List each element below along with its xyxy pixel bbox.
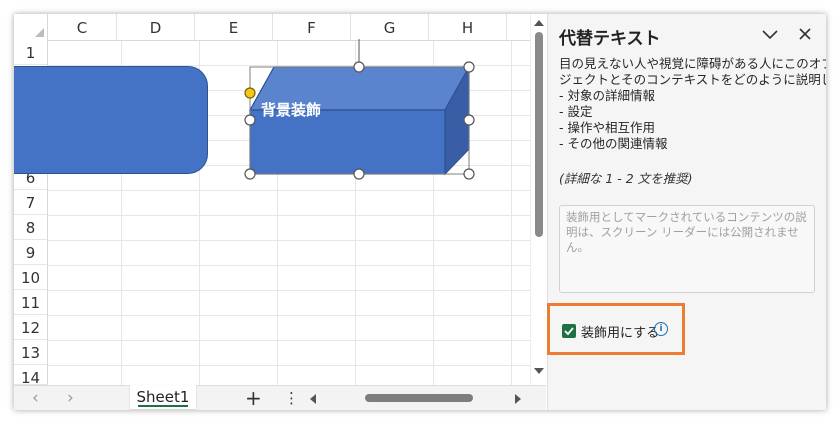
rounded-rectangle-shape[interactable] bbox=[14, 66, 208, 174]
resize-handle-top bbox=[353, 61, 365, 73]
decorative-checkbox[interactable] bbox=[562, 324, 576, 338]
row-header-1[interactable]: 1 bbox=[14, 40, 47, 65]
vertical-scrollbar[interactable] bbox=[530, 14, 546, 385]
description-line: - 設定 bbox=[559, 104, 593, 119]
chevron-down-icon[interactable] bbox=[760, 24, 780, 44]
tab-sheet1[interactable]: Sheet1 bbox=[130, 385, 196, 409]
horizontal-scrollbar[interactable] bbox=[307, 390, 525, 406]
resize-handle-bottom-left bbox=[244, 168, 256, 180]
active-tab-underline bbox=[138, 405, 188, 407]
alt-text-pane: 代替テキスト 目の見えない人や視覚に障碍がある人にこのオブ ジェクトとそのコンテ… bbox=[547, 14, 826, 410]
checkmark-icon bbox=[564, 327, 574, 336]
description-line: 目の見えない人や視覚に障碍がある人にこのオブ bbox=[559, 56, 826, 71]
column-header-d[interactable]: D bbox=[117, 14, 195, 40]
selected-cube-shape[interactable] bbox=[244, 36, 494, 206]
alt-text-input[interactable]: 装飾用としてマークされているコンテンツの説明は、スクリーン リーダーには公開され… bbox=[559, 205, 815, 293]
horizontal-scroll-thumb[interactable] bbox=[365, 394, 473, 402]
decorative-highlight-box: 装飾用にする i bbox=[547, 303, 685, 355]
prev-sheet-icon[interactable]: ‹ bbox=[32, 388, 39, 408]
row-header-13[interactable]: 13 bbox=[14, 340, 47, 365]
sheet-tab-bar: ‹ › Sheet1 + ⋮ bbox=[14, 385, 546, 410]
more-options-icon[interactable]: ⋮ bbox=[284, 386, 299, 410]
close-icon[interactable] bbox=[795, 24, 815, 44]
info-icon[interactable]: i bbox=[654, 322, 668, 336]
description-line: - 操作や相互作用 bbox=[559, 120, 655, 135]
length-hint: (詳細な 1 - 2 文を推奨) bbox=[559, 171, 693, 186]
vertical-scroll-thumb[interactable] bbox=[535, 32, 543, 237]
add-sheet-button[interactable]: + bbox=[245, 386, 262, 410]
description-line: - その他の関連情報 bbox=[559, 136, 668, 151]
row-header-14[interactable]: 14 bbox=[14, 365, 47, 387]
scroll-left-icon[interactable] bbox=[310, 394, 316, 404]
row-header-9[interactable]: 9 bbox=[14, 240, 47, 265]
resize-handle-bottom bbox=[353, 168, 365, 180]
excel-window: C D E F G H 1 2 3 4 5 6 7 8 9 10 11 12 1… bbox=[14, 14, 826, 410]
scroll-down-icon[interactable] bbox=[534, 368, 544, 374]
select-all-corner[interactable] bbox=[14, 14, 48, 40]
row-header-12[interactable]: 12 bbox=[14, 315, 47, 340]
description-line: ジェクトとそのコンテキストをどのように説明しますか? bbox=[559, 72, 826, 87]
next-sheet-icon[interactable]: › bbox=[67, 388, 74, 408]
adjust-handle bbox=[244, 87, 256, 99]
shape-text: 背景装飾 bbox=[261, 101, 322, 119]
resize-handle-right bbox=[463, 114, 475, 126]
resize-handle-top-right bbox=[463, 61, 475, 73]
row-header-11[interactable]: 11 bbox=[14, 290, 47, 315]
pane-description: 目の見えない人や視覚に障碍がある人にこのオブ ジェクトとそのコンテキストをどのよ… bbox=[559, 56, 826, 152]
scroll-right-icon[interactable] bbox=[515, 394, 521, 404]
resize-handle-left bbox=[244, 114, 256, 126]
resize-handle-bottom-right bbox=[463, 168, 475, 180]
tab-sheet1-label: Sheet1 bbox=[136, 388, 190, 406]
pane-title: 代替テキスト bbox=[559, 29, 661, 49]
description-line: - 対象の詳細情報 bbox=[559, 88, 655, 103]
row-header-8[interactable]: 8 bbox=[14, 215, 47, 240]
scroll-up-icon[interactable] bbox=[534, 20, 544, 26]
row-header-7[interactable]: 7 bbox=[14, 190, 47, 215]
row-header-10[interactable]: 10 bbox=[14, 265, 47, 290]
column-header-c[interactable]: C bbox=[48, 14, 117, 40]
decorative-checkbox-label[interactable]: 装飾用にする bbox=[581, 322, 659, 341]
spreadsheet-area: C D E F G H 1 2 3 4 5 6 7 8 9 10 11 12 1… bbox=[14, 14, 546, 410]
